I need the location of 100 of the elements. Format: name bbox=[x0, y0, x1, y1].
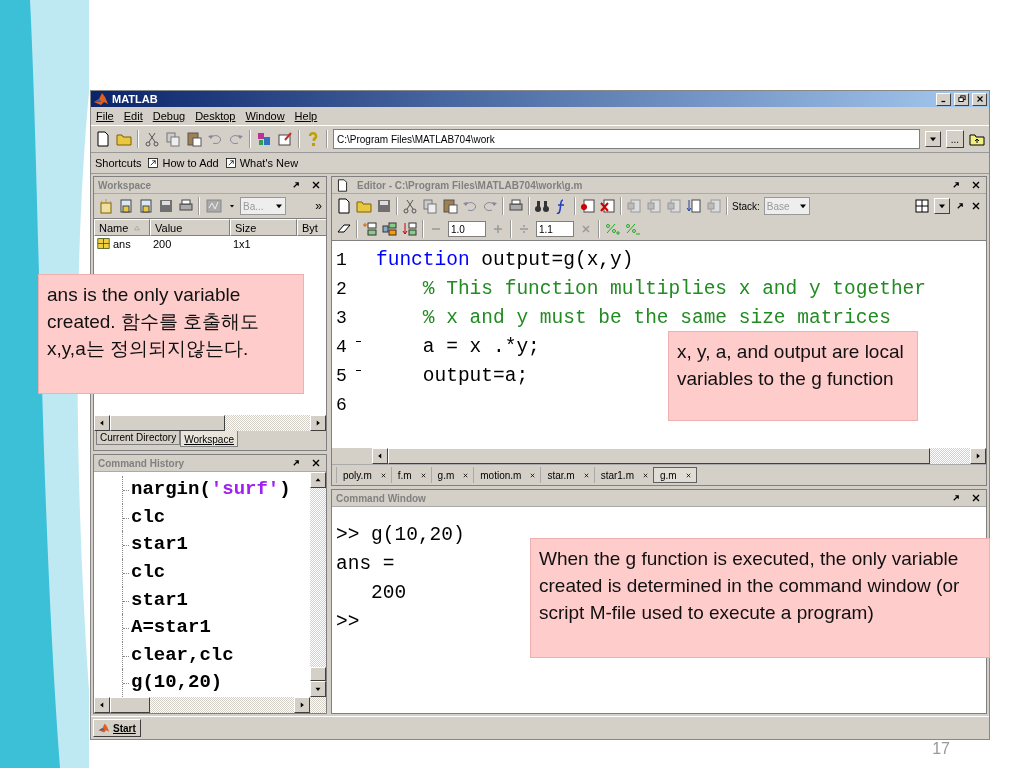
code-line: a = x .*y; bbox=[421, 335, 540, 358]
column-header[interactable]: Byt bbox=[297, 219, 326, 236]
matrix-icon bbox=[97, 237, 110, 250]
scroll-thumb[interactable] bbox=[110, 697, 150, 713]
more-chevron[interactable]: » bbox=[315, 199, 322, 213]
menu-item[interactable]: Debug bbox=[152, 110, 186, 122]
line-number: 6 bbox=[335, 394, 348, 415]
cell-icon[interactable] bbox=[382, 221, 398, 237]
browse-button[interactable]: ... bbox=[945, 130, 964, 148]
editor-icon bbox=[336, 178, 349, 192]
console-line: ans = bbox=[336, 553, 395, 575]
dropdown-button[interactable] bbox=[934, 198, 950, 214]
line-number: 3 bbox=[335, 307, 348, 328]
console-line: >> bbox=[336, 611, 360, 633]
dropdown-button[interactable] bbox=[924, 131, 941, 147]
callout-note: ans is the only variable created. 함수를 호출해도 x,y,a는 정의되지않는다. bbox=[38, 274, 304, 394]
copy-icon[interactable] bbox=[422, 198, 438, 214]
menu-item[interactable]: Edit bbox=[123, 110, 143, 122]
layout-grid-icon[interactable] bbox=[914, 198, 930, 214]
set-breakpoint-icon[interactable] bbox=[580, 198, 596, 214]
tab-close-icon[interactable] bbox=[684, 471, 692, 479]
shortcut-icon bbox=[224, 157, 237, 169]
column-header[interactable]: Value bbox=[150, 219, 230, 236]
horizontal-scrollbar[interactable] bbox=[94, 697, 326, 713]
table-cell-text: 1x1 bbox=[232, 237, 252, 250]
tab-close-icon[interactable] bbox=[419, 471, 427, 479]
shortcut-link[interactable]: What's New bbox=[239, 157, 299, 169]
shortcut-icon bbox=[147, 157, 160, 169]
matlab-logo-icon bbox=[93, 91, 109, 107]
scroll-thumb[interactable] bbox=[310, 667, 326, 681]
save-icon[interactable] bbox=[376, 198, 392, 214]
new-file-icon[interactable] bbox=[336, 198, 352, 214]
close-icon[interactable] bbox=[970, 492, 982, 504]
panel-title: Command Window bbox=[336, 492, 427, 504]
shortcut-link[interactable]: How to Add bbox=[162, 157, 219, 169]
insert-cell-icon[interactable] bbox=[362, 221, 378, 237]
panel-title: Editor - C:\Program Files\MATLAB704\work\g.m bbox=[357, 179, 584, 191]
callout-note: When the g function is executed, the only variable created is determined in the command window (or script M-file used to execute a program) bbox=[530, 538, 990, 658]
tab-close-icon[interactable] bbox=[529, 471, 537, 479]
line-number: 4 bbox=[335, 336, 348, 357]
window-title: MATLAB bbox=[112, 93, 159, 105]
cut-icon[interactable] bbox=[402, 198, 418, 214]
close-icon[interactable] bbox=[310, 179, 322, 191]
import-icon[interactable] bbox=[138, 198, 154, 214]
form-icon[interactable] bbox=[277, 131, 293, 147]
file-tab[interactable]: g.m bbox=[653, 467, 697, 483]
copy-icon[interactable] bbox=[165, 131, 181, 147]
step-down-icon[interactable] bbox=[686, 198, 702, 214]
table-cell-text: 200 bbox=[152, 237, 173, 250]
panel-tab[interactable]: Current Directory bbox=[96, 431, 181, 445]
close-icon bbox=[974, 94, 985, 104]
start-button[interactable]: Start bbox=[93, 719, 141, 737]
menu-item[interactable]: File bbox=[96, 110, 114, 122]
column-header[interactable]: Size bbox=[230, 219, 297, 236]
tab-close-icon[interactable] bbox=[462, 471, 470, 479]
matlab-logo-icon bbox=[98, 722, 110, 734]
print-icon[interactable] bbox=[178, 198, 194, 214]
code-line: output=a; bbox=[421, 364, 529, 387]
line-number: 5 bbox=[335, 365, 348, 386]
line-number: 2 bbox=[335, 278, 348, 299]
cell-down-icon[interactable] bbox=[402, 221, 418, 237]
panel-tab[interactable]: Workspace bbox=[180, 431, 238, 447]
menu-item[interactable]: Help bbox=[294, 110, 318, 122]
code-line: function output=g(x,y) bbox=[375, 248, 634, 271]
tab-close-icon[interactable] bbox=[642, 471, 649, 479]
current-directory-field[interactable]: C:\Program Files\MATLAB704\work bbox=[333, 129, 920, 149]
blocks-icon[interactable] bbox=[256, 131, 272, 147]
menu-item[interactable]: Desktop bbox=[195, 110, 236, 122]
column-header[interactable]: Name bbox=[94, 219, 150, 236]
increment-field[interactable]: 1.0 bbox=[448, 221, 486, 237]
binoculars-icon[interactable] bbox=[534, 198, 550, 214]
code-line: % x and y must be the same size matrices bbox=[421, 306, 891, 329]
vertical-scrollbar[interactable] bbox=[310, 472, 326, 697]
slide-number: 17 bbox=[932, 740, 950, 758]
clear-breakpoint-icon[interactable] bbox=[600, 198, 616, 214]
multiply-field[interactable]: 1.1 bbox=[536, 221, 574, 237]
scroll-thumb[interactable] bbox=[110, 415, 225, 431]
paste-icon[interactable] bbox=[442, 198, 458, 214]
save-icon[interactable] bbox=[158, 198, 174, 214]
tab-close-icon[interactable] bbox=[582, 471, 590, 479]
stack-label: Stack: bbox=[732, 200, 760, 212]
code-line: % This function multiplies x and y together bbox=[421, 277, 926, 300]
horizontal-scrollbar[interactable] bbox=[94, 415, 326, 431]
callout-note: x, y, a, and output are local variables to the g function bbox=[668, 331, 918, 421]
open-icon[interactable] bbox=[118, 198, 134, 214]
close-button[interactable] bbox=[972, 92, 987, 106]
tab-close-icon[interactable] bbox=[379, 471, 387, 479]
cut-icon[interactable] bbox=[144, 131, 160, 147]
new-file-icon[interactable] bbox=[95, 131, 111, 147]
close-icon[interactable] bbox=[970, 179, 982, 191]
menu-item[interactable]: Window bbox=[245, 110, 285, 122]
maximize-icon bbox=[956, 94, 967, 104]
print-icon[interactable] bbox=[508, 198, 524, 214]
maximize-button[interactable] bbox=[954, 92, 969, 106]
close-icon[interactable] bbox=[310, 457, 322, 469]
open-folder-icon[interactable] bbox=[116, 131, 132, 147]
up-folder-icon[interactable] bbox=[969, 131, 985, 147]
paste-icon[interactable] bbox=[186, 131, 202, 147]
minimize-button[interactable] bbox=[936, 92, 951, 106]
close-icon[interactable] bbox=[970, 200, 982, 212]
